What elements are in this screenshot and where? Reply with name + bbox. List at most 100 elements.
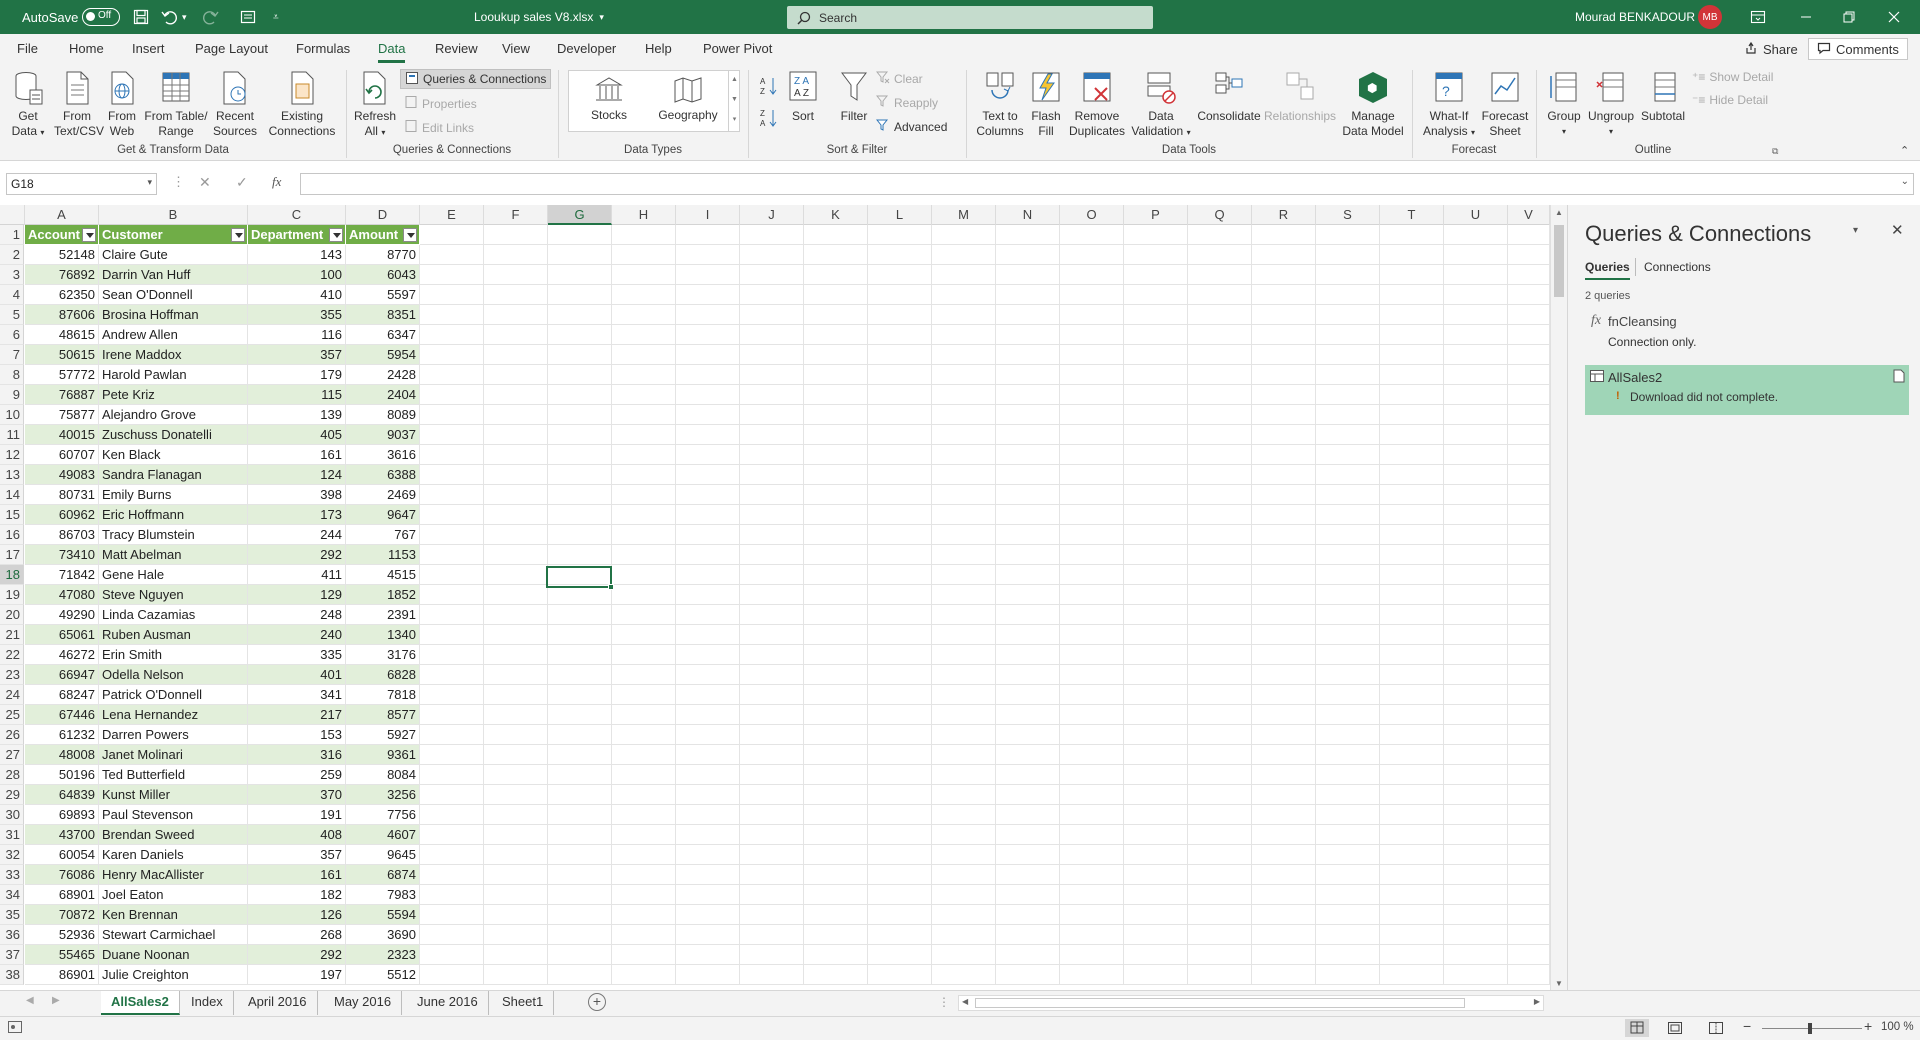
column-header-h[interactable]: H <box>612 205 676 225</box>
column-header-a[interactable]: A <box>25 205 99 225</box>
tab-help[interactable]: Help <box>645 41 672 56</box>
table-cell[interactable]: Erin Smith <box>99 645 248 665</box>
empty-row-cells[interactable] <box>420 345 1550 365</box>
table-cell[interactable]: 3176 <box>346 645 420 665</box>
forecast-sheet-button[interactable]: Forecast Sheet <box>1480 70 1530 139</box>
table-cell[interactable]: Gene Hale <box>99 565 248 585</box>
row-header[interactable]: 28 <box>0 765 24 785</box>
empty-row-cells[interactable] <box>420 585 1550 605</box>
empty-row-cells[interactable] <box>420 245 1550 265</box>
table-cell[interactable]: 46272 <box>25 645 99 665</box>
row-header[interactable]: 14 <box>0 485 24 505</box>
table-cell[interactable]: Kunst Miller <box>99 785 248 805</box>
table-cell[interactable]: 49290 <box>25 605 99 625</box>
empty-row-cells[interactable] <box>420 445 1550 465</box>
insert-function-icon[interactable]: fx <box>272 174 281 190</box>
column-header-f[interactable]: F <box>484 205 548 225</box>
from-text-csv-button[interactable]: From Text/CSV <box>54 70 104 139</box>
form-icon[interactable] <box>240 0 256 34</box>
horizontal-scroll-thumb[interactable] <box>975 998 1465 1008</box>
row-header[interactable]: 32 <box>0 845 24 865</box>
tab-power-pivot[interactable]: Power Pivot <box>703 41 772 56</box>
stocks-button[interactable]: Stocks <box>581 75 637 123</box>
sort-az-button[interactable]: AZ <box>760 76 778 99</box>
table-cell[interactable]: 50196 <box>25 765 99 785</box>
table-cell[interactable]: 179 <box>248 365 346 385</box>
table-cell[interactable]: 411 <box>248 565 346 585</box>
column-header-j[interactable]: J <box>740 205 804 225</box>
row-header[interactable]: 16 <box>0 525 24 545</box>
table-cell[interactable]: 153 <box>248 725 346 745</box>
table-cell[interactable]: 48008 <box>25 745 99 765</box>
table-cell[interactable]: 370 <box>248 785 346 805</box>
table-cell[interactable]: 182 <box>248 885 346 905</box>
table-cell[interactable]: 2391 <box>346 605 420 625</box>
empty-row-cells[interactable] <box>420 525 1550 545</box>
table-cell[interactable]: 86703 <box>25 525 99 545</box>
table-cell[interactable]: 60962 <box>25 505 99 525</box>
table-cell[interactable]: 139 <box>248 405 346 425</box>
table-cell[interactable]: 1852 <box>346 585 420 605</box>
normal-view-icon[interactable] <box>1625 1019 1649 1037</box>
empty-row-cells[interactable] <box>420 385 1550 405</box>
outline-dialog-launcher-icon[interactable]: ⧉ <box>1772 146 1778 157</box>
search-box[interactable]: Search <box>787 6 1153 29</box>
row-header[interactable]: 35 <box>0 905 24 925</box>
sheet-tab-allsales2[interactable]: AllSales2 <box>101 991 180 1015</box>
empty-row-cells[interactable] <box>420 685 1550 705</box>
query-item[interactable]: AllSales2 ! Download did not complete. <box>1585 365 1909 415</box>
tab-page-layout[interactable]: Page Layout <box>195 41 268 56</box>
table-cell[interactable]: 244 <box>248 525 346 545</box>
table-cell[interactable]: Eric Hoffmann <box>99 505 248 525</box>
table-cell[interactable]: 8577 <box>346 705 420 725</box>
table-cell[interactable]: Claire Gute <box>99 245 248 265</box>
table-cell[interactable]: 126 <box>248 905 346 925</box>
table-cell[interactable]: Duane Noonan <box>99 945 248 965</box>
row-header[interactable]: 33 <box>0 865 24 885</box>
restore-icon[interactable] <box>1843 0 1855 34</box>
table-cell[interactable]: 67446 <box>25 705 99 725</box>
row-header[interactable]: 27 <box>0 745 24 765</box>
column-header-v[interactable]: V <box>1508 205 1550 225</box>
table-cell[interactable]: 9037 <box>346 425 420 445</box>
table-cell[interactable]: 75877 <box>25 405 99 425</box>
queries-connections-button[interactable]: Queries & Connections <box>400 69 552 89</box>
what-if-analysis-button[interactable]: ? What-If Analysis ▾ <box>1418 70 1480 140</box>
table-cell[interactable]: Darrin Van Huff <box>99 265 248 285</box>
table-cell[interactable]: Joel Eaton <box>99 885 248 905</box>
row-header[interactable]: 15 <box>0 505 24 525</box>
empty-row-cells[interactable] <box>420 945 1550 965</box>
group-button[interactable]: Group ▾ <box>1542 70 1586 139</box>
table-cell[interactable]: 5512 <box>346 965 420 985</box>
column-header-i[interactable]: I <box>676 205 740 225</box>
empty-row-cells[interactable] <box>420 885 1550 905</box>
scroll-tabs-right-icon[interactable]: ▶ <box>52 995 60 1006</box>
row-header[interactable]: 12 <box>0 445 24 465</box>
table-cell[interactable]: 7983 <box>346 885 420 905</box>
table-cell[interactable]: Ken Brennan <box>99 905 248 925</box>
table-cell[interactable]: 60707 <box>25 445 99 465</box>
table-cell[interactable]: 50615 <box>25 345 99 365</box>
autosave-toggle[interactable]: Off <box>76 0 120 34</box>
selected-cell[interactable] <box>546 566 614 590</box>
pane-options-icon[interactable]: ▾ <box>1853 225 1858 236</box>
row-header[interactable]: 25 <box>0 705 24 725</box>
row-header[interactable]: 10 <box>0 405 24 425</box>
properties-button[interactable]: Properties <box>404 95 477 112</box>
table-cell[interactable]: 124 <box>248 465 346 485</box>
table-cell[interactable]: 335 <box>248 645 346 665</box>
filename[interactable]: Looukup sales V8.xlsx ▾ <box>474 0 604 34</box>
empty-row-cells[interactable] <box>420 765 1550 785</box>
empty-row-cells[interactable] <box>420 705 1550 725</box>
table-cell[interactable]: Brosina Hoffman <box>99 305 248 325</box>
table-cell[interactable]: 70872 <box>25 905 99 925</box>
table-header-cell[interactable]: Customer <box>99 225 248 245</box>
row-header[interactable]: 3 <box>0 265 24 285</box>
relationships-button[interactable]: Relationships <box>1264 70 1336 124</box>
table-cell[interactable]: 8084 <box>346 765 420 785</box>
page-layout-view-icon[interactable] <box>1667 1021 1683 1038</box>
table-cell[interactable]: 55465 <box>25 945 99 965</box>
scroll-down-icon[interactable]: ▼ <box>1555 979 1563 988</box>
advanced-filter-button[interactable]: Advanced <box>875 118 947 135</box>
table-cell[interactable]: 129 <box>248 585 346 605</box>
